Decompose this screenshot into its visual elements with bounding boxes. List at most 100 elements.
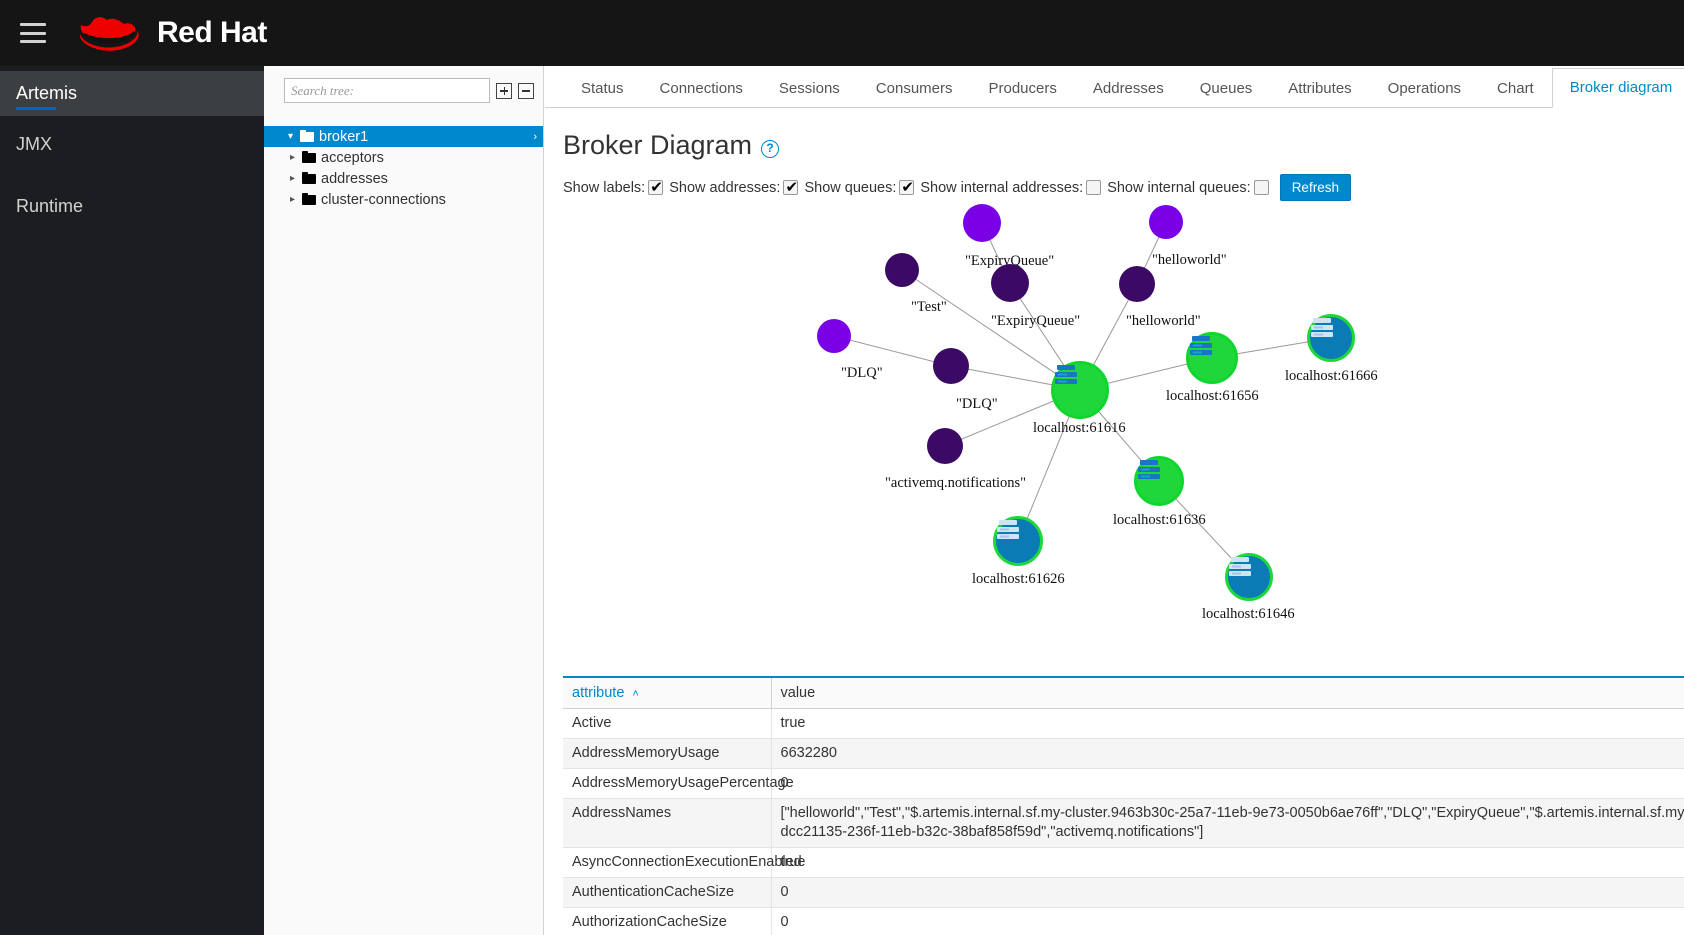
tab-chart[interactable]: Chart — [1479, 69, 1552, 108]
cell-attribute: AuthenticationCacheSize — [563, 877, 772, 908]
hamburger-bar — [20, 40, 46, 43]
sidebar-item-runtime[interactable]: Runtime — [0, 184, 264, 229]
table-row[interactable]: AuthorizationCacheSize 0 — [563, 907, 1684, 935]
folder-icon — [302, 172, 316, 184]
hamburger-bar — [20, 23, 46, 26]
tree-node-label: cluster-connections — [321, 191, 446, 208]
tab-connections[interactable]: Connections — [642, 69, 761, 108]
diagram-node-label: "DLQ" — [956, 396, 998, 412]
table-row[interactable]: AddressMemoryUsage 6632280 — [563, 738, 1684, 769]
cell-attribute: AuthorizationCacheSize — [563, 907, 772, 935]
tab-producers[interactable]: Producers — [971, 69, 1075, 108]
table-row[interactable]: AddressMemoryUsagePercentage 0 — [563, 768, 1684, 799]
tab-addresses[interactable]: Addresses — [1075, 69, 1182, 108]
diagram-node-localhost-61626[interactable] — [993, 516, 1043, 566]
expand-all-icon[interactable] — [496, 82, 512, 99]
page-title: Broker Diagram — [563, 130, 753, 160]
sidebar-item-jmx[interactable]: JMX — [0, 122, 264, 167]
column-header-attribute[interactable]: attribute ˄ — [563, 676, 772, 709]
tab-attributes[interactable]: Attributes — [1270, 69, 1369, 108]
tree-node-label: broker1 — [319, 128, 369, 145]
diagram-node-ExpiryQueue[interactable] — [991, 264, 1029, 302]
hamburger-menu-icon[interactable] — [20, 23, 46, 43]
broker-diagram[interactable]: "ExpiryQueue" "helloworld" "Test" "ExpiryQu… — [545, 204, 1684, 622]
tab-bar: Status Connections Sessions Consumers Produc… — [545, 66, 1684, 108]
page-header: Broker Diagram ? — [545, 108, 1684, 161]
cell-value: 0 — [771, 907, 1684, 935]
brand-text: Red Hat — [157, 16, 267, 49]
sidebar-item-label: JMX — [16, 134, 52, 154]
diagram-node-Test[interactable] — [885, 253, 919, 287]
diagram-node-localhost-61656[interactable] — [1186, 332, 1238, 384]
diagram-node-activemq-notifications[interactable] — [927, 428, 963, 464]
diagram-controls: Show labels: Show addresses: Show queues: S… — [545, 161, 1684, 201]
sort-asc-icon: ˄ — [632, 688, 639, 700]
diagram-node-helloworld[interactable] — [1149, 205, 1183, 239]
main-content: Status Connections Sessions Consumers Produc… — [545, 66, 1684, 935]
column-header-value[interactable]: value — [771, 676, 1684, 709]
cell-value: true — [771, 708, 1684, 739]
cell-attribute: AddressMemoryUsage — [563, 738, 772, 769]
diagram-node-DLQ[interactable] — [817, 319, 851, 353]
chevron-right-icon[interactable]: › — [533, 131, 537, 143]
checkbox-show-labels[interactable] — [648, 178, 664, 196]
tab-queues[interactable]: Queues — [1182, 69, 1271, 108]
folder-open-icon — [300, 130, 314, 142]
collapse-all-icon[interactable] — [518, 82, 534, 99]
table-body: Active true AddressMemoryUsage 6632280 Addre… — [563, 708, 1684, 935]
sidebar-item-label: Runtime — [16, 196, 84, 216]
table-row[interactable]: AuthenticationCacheSize 0 — [563, 877, 1684, 908]
diagram-node-ExpiryQueue[interactable] — [963, 204, 1001, 242]
checkbox-label-1: Show addresses: — [669, 179, 781, 196]
diagram-node-helloworld[interactable] — [1119, 266, 1155, 302]
diagram-node-label: "ExpiryQueue" — [991, 313, 1081, 329]
diagram-node-localhost-61646[interactable] — [1225, 553, 1273, 601]
tree-node-cluster-connections[interactable]: ▸ cluster-connections — [264, 189, 543, 210]
tab-operations[interactable]: Operations — [1370, 69, 1479, 108]
cell-attribute: AddressNames — [563, 798, 772, 848]
tab-sessions[interactable]: Sessions — [761, 69, 858, 108]
checkbox-show-addresses[interactable] — [783, 178, 799, 196]
red-hat-logo[interactable]: Red Hat — [68, 11, 267, 55]
refresh-button[interactable]: Refresh — [1279, 174, 1351, 201]
hamburger-bar — [20, 31, 46, 35]
table-row[interactable]: AsyncConnectionExecutionEnabled true — [563, 847, 1684, 878]
tab-consumers[interactable]: Consumers — [858, 69, 971, 108]
tree-node-acceptors[interactable]: ▸ acceptors — [264, 147, 543, 168]
table-row[interactable]: Active true — [563, 708, 1684, 739]
diagram-node-localhost-61666[interactable] — [1307, 314, 1355, 362]
tab-status[interactable]: Status — [563, 69, 642, 108]
tab-broker-diagram[interactable]: Broker diagram — [1551, 68, 1684, 108]
column-label: value — [780, 685, 816, 701]
help-circle-icon[interactable]: ? — [761, 139, 780, 158]
checkbox-show-queues[interactable] — [899, 178, 915, 196]
column-label: attribute — [572, 685, 625, 701]
tree-toolbar — [264, 66, 543, 103]
chevron-down-icon[interactable]: ▾ — [286, 131, 295, 142]
table-row[interactable]: AddressNames ["helloworld","Test","$.arte… — [563, 798, 1684, 848]
diagram-node-localhost-61636[interactable] — [1134, 456, 1184, 506]
checkbox-show-internal-queues[interactable] — [1253, 180, 1269, 195]
chevron-right-icon[interactable]: ▸ — [288, 173, 297, 184]
tree-panel: ▾ broker1 › ▸ acceptors ▸ addresses ▸ cl… — [264, 66, 808, 935]
search-tree-input[interactable] — [284, 78, 490, 103]
checkbox-show-internal-addresses[interactable] — [1086, 180, 1102, 195]
folder-icon — [302, 151, 316, 163]
diagram-node-label: "activemq.notifications" — [885, 475, 1027, 491]
diagram-node-label: "helloworld" — [1126, 313, 1201, 329]
sidebar-item-artemis[interactable]: Artemis — [0, 71, 264, 116]
chevron-right-icon[interactable]: ▸ — [288, 194, 297, 205]
diagram-node-label: localhost:61626 — [972, 571, 1065, 587]
cell-value: ["helloworld","Test","$.artemis.internal… — [771, 798, 1684, 848]
chevron-right-icon[interactable]: ▸ — [288, 152, 297, 163]
tree-node-addresses[interactable]: ▸ addresses — [264, 168, 543, 189]
diagram-node-DLQ[interactable] — [933, 348, 969, 384]
diagram-node-localhost-61616[interactable] — [1051, 361, 1109, 419]
table-header-row: attribute ˄ value — [563, 676, 1684, 709]
cell-attribute: AddressMemoryUsagePercentage — [563, 768, 794, 799]
tree-list: ▾ broker1 › ▸ acceptors ▸ addresses ▸ cl… — [264, 126, 543, 210]
tree-node-broker1[interactable]: ▾ broker1 › — [264, 126, 543, 147]
red-hat-fedora-icon — [79, 17, 139, 51]
tree-node-label: addresses — [321, 170, 388, 187]
checkbox-label-4: Show internal queues: — [1107, 179, 1251, 196]
